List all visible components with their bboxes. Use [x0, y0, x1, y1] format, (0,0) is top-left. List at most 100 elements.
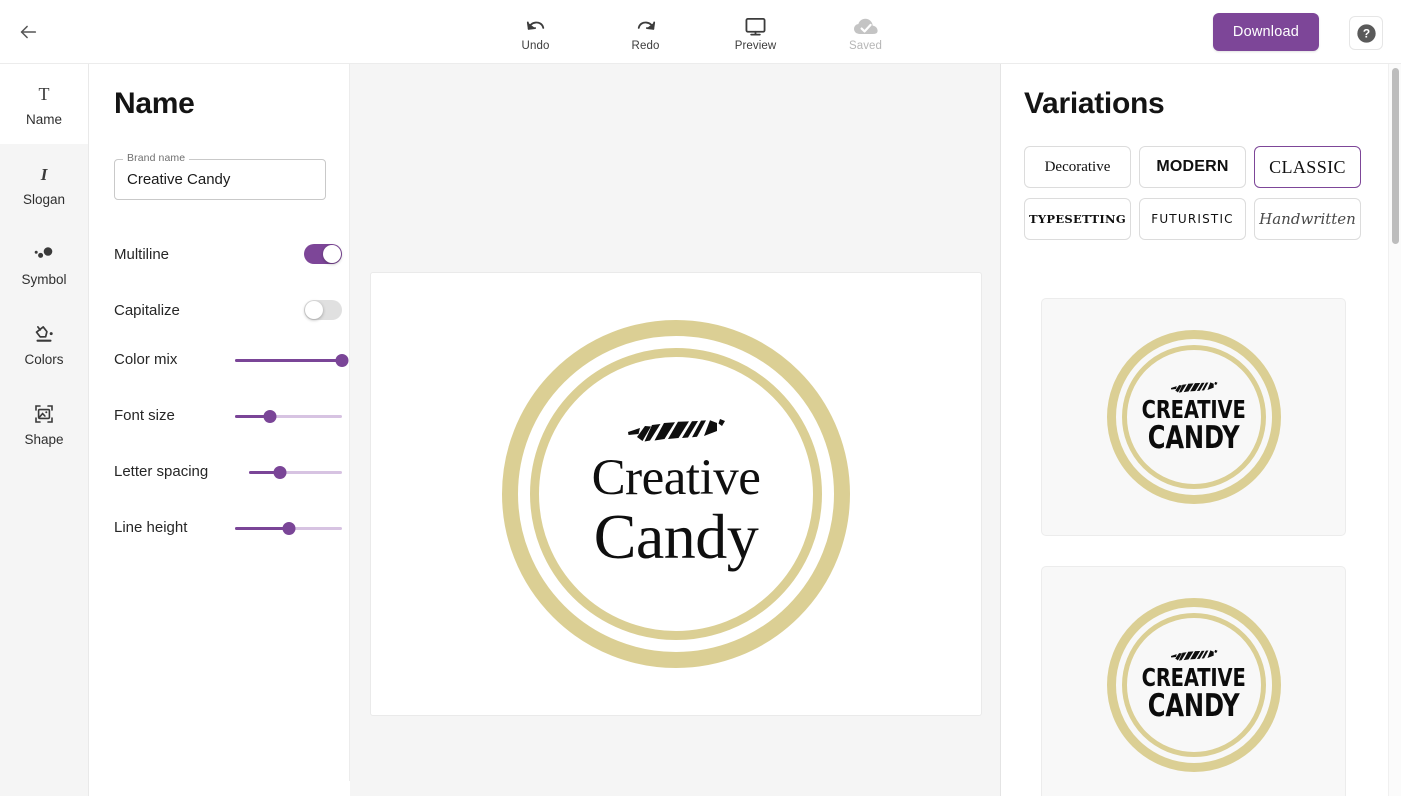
sidebar-item-slogan-label: Slogan	[22, 191, 66, 207]
top-toolbar: Undo Redo Preview Saved Download ?	[0, 0, 1401, 64]
logo-canvas: Creative Candy	[350, 64, 1001, 796]
style-chip-futuristic-label: FUTURISTIC	[1151, 212, 1234, 226]
preview-label: Preview	[734, 39, 777, 52]
sidebar-item-slogan[interactable]: I Slogan	[0, 144, 88, 224]
style-chip-handwritten-label: Handwritten	[1259, 210, 1356, 228]
line-height-row: Line height	[114, 518, 342, 538]
font-size-label: Font size	[114, 407, 175, 424]
logo-mark: Creative Candy	[502, 320, 850, 668]
line-height-slider[interactable]	[235, 521, 342, 535]
multiline-label: Multiline	[114, 246, 170, 263]
saved-status-button[interactable]: Saved	[830, 13, 902, 52]
variation-card[interactable]: CREATIVE CANDY	[1041, 566, 1346, 796]
capitalize-toggle-knob	[305, 301, 323, 319]
sidebar-item-colors[interactable]: Colors	[0, 304, 88, 384]
style-chip-typesetting[interactable]: TYPESETTING	[1024, 198, 1131, 240]
style-chip-classic[interactable]: CLASSIC	[1254, 146, 1361, 188]
svg-text:?: ?	[1362, 26, 1369, 40]
variation-logo-text: CREATIVE CANDY	[1142, 665, 1246, 724]
svg-text:I: I	[40, 165, 49, 184]
variations-scrollbar-thumb[interactable]	[1392, 68, 1399, 244]
logo-preview-card[interactable]: Creative Candy	[370, 272, 982, 716]
style-chip-classic-label: CLASSIC	[1269, 156, 1346, 177]
sidebar-item-shape[interactable]: Shape	[0, 384, 88, 464]
letter-spacing-thumb[interactable]	[273, 465, 287, 479]
multiline-toggle[interactable]	[304, 244, 342, 264]
style-chip-futuristic[interactable]: FUTURISTIC	[1139, 198, 1246, 240]
dots-symbol-icon	[33, 241, 55, 267]
color-mix-row: Color mix	[114, 350, 349, 370]
variation-logo-mark: CREATIVE CANDY	[1106, 598, 1281, 772]
brand-name-input[interactable]	[125, 159, 317, 200]
variation-card[interactable]: CREATIVE CANDY	[1041, 298, 1346, 536]
variation-logo-text: CREATIVE CANDY	[1142, 397, 1246, 456]
back-button[interactable]	[12, 16, 44, 48]
redo-label: Redo	[631, 39, 660, 52]
font-size-thumb[interactable]	[263, 409, 277, 423]
left-rail: T Name I Slogan Symbol Colors Shape	[0, 64, 89, 796]
variations-panel: Variations Decorative MODERN CLASSIC TYP…	[1001, 64, 1401, 796]
style-chip-handwritten[interactable]: Handwritten	[1254, 198, 1361, 240]
logo-text-line2: Candy	[593, 501, 759, 573]
candy-icon	[628, 418, 725, 442]
monitor-icon	[744, 13, 767, 37]
style-chip-decorative[interactable]: Decorative	[1024, 146, 1131, 188]
brand-name-field[interactable]: Brand name	[114, 152, 326, 200]
line-height-fill	[235, 527, 289, 530]
variations-title: Variations	[1024, 87, 1165, 120]
logo-text: Creative Candy	[592, 452, 761, 570]
redo-button[interactable]: Redo	[610, 13, 682, 52]
color-mix-label: Color mix	[114, 351, 178, 368]
text-t-icon: T	[34, 81, 54, 107]
sidebar-item-shape-label: Shape	[24, 431, 64, 447]
page-title: Name	[114, 87, 195, 120]
logo-inner-content: Creative Candy	[552, 370, 800, 618]
sidebar-item-name[interactable]: T Name	[0, 64, 88, 144]
download-button[interactable]: Download	[1212, 13, 1319, 51]
logo-editor-app: Undo Redo Preview Saved Download ? T Nam…	[0, 0, 1401, 796]
variation-inner-content: CREATIVE CANDY	[1135, 358, 1253, 476]
name-settings-panel: Name Brand name Multiline Capitalize Col…	[89, 64, 350, 781]
svg-text:T: T	[39, 84, 50, 104]
sidebar-item-symbol-label: Symbol	[21, 271, 67, 287]
capitalize-row: Capitalize	[114, 300, 342, 324]
variation-text-line2: CANDY	[1147, 687, 1240, 724]
undo-icon	[525, 13, 547, 37]
help-button[interactable]: ?	[1349, 16, 1383, 50]
letter-spacing-slider[interactable]	[249, 465, 342, 479]
sidebar-item-name-label: Name	[25, 111, 62, 127]
line-height-thumb[interactable]	[282, 521, 295, 535]
style-chip-typesetting-label: TYPESETTING	[1029, 212, 1126, 226]
color-mix-slider[interactable]	[235, 353, 349, 367]
saved-label: Saved	[848, 39, 883, 52]
history-tool-group: Undo Redo Preview Saved	[0, 0, 1401, 64]
variation-inner-content: CREATIVE CANDY	[1135, 626, 1253, 744]
undo-label: Undo	[521, 39, 550, 52]
font-size-row: Font size	[114, 406, 342, 426]
color-mix-fill	[235, 359, 342, 362]
letter-spacing-label: Letter spacing	[114, 463, 209, 480]
question-mark-icon: ?	[1356, 23, 1376, 43]
undo-button[interactable]: Undo	[500, 13, 572, 52]
preview-button[interactable]: Preview	[720, 13, 792, 52]
cloud-check-icon	[853, 13, 879, 37]
sidebar-item-symbol[interactable]: Symbol	[0, 224, 88, 304]
paint-bucket-icon	[33, 321, 55, 347]
font-size-slider[interactable]	[235, 409, 342, 423]
capitalize-toggle[interactable]	[304, 300, 342, 320]
style-chip-list: Decorative MODERN CLASSIC TYPESETTING FU…	[1024, 146, 1370, 240]
redo-icon	[635, 13, 657, 37]
variation-logo-mark: CREATIVE CANDY	[1106, 330, 1281, 504]
sidebar-item-colors-label: Colors	[24, 351, 64, 367]
image-frame-icon	[33, 401, 55, 427]
color-mix-thumb[interactable]	[335, 353, 349, 367]
style-chip-modern-label: MODERN	[1156, 158, 1229, 175]
italic-i-icon: I	[34, 161, 54, 187]
logo-text-line1: Creative	[591, 449, 761, 506]
line-height-label: Line height	[114, 519, 188, 536]
multiline-toggle-knob	[323, 245, 341, 263]
multiline-row: Multiline	[114, 244, 342, 268]
variation-text-line2: CANDY	[1147, 419, 1240, 456]
variations-scrollbar-track[interactable]	[1388, 64, 1401, 796]
style-chip-modern[interactable]: MODERN	[1139, 146, 1246, 188]
